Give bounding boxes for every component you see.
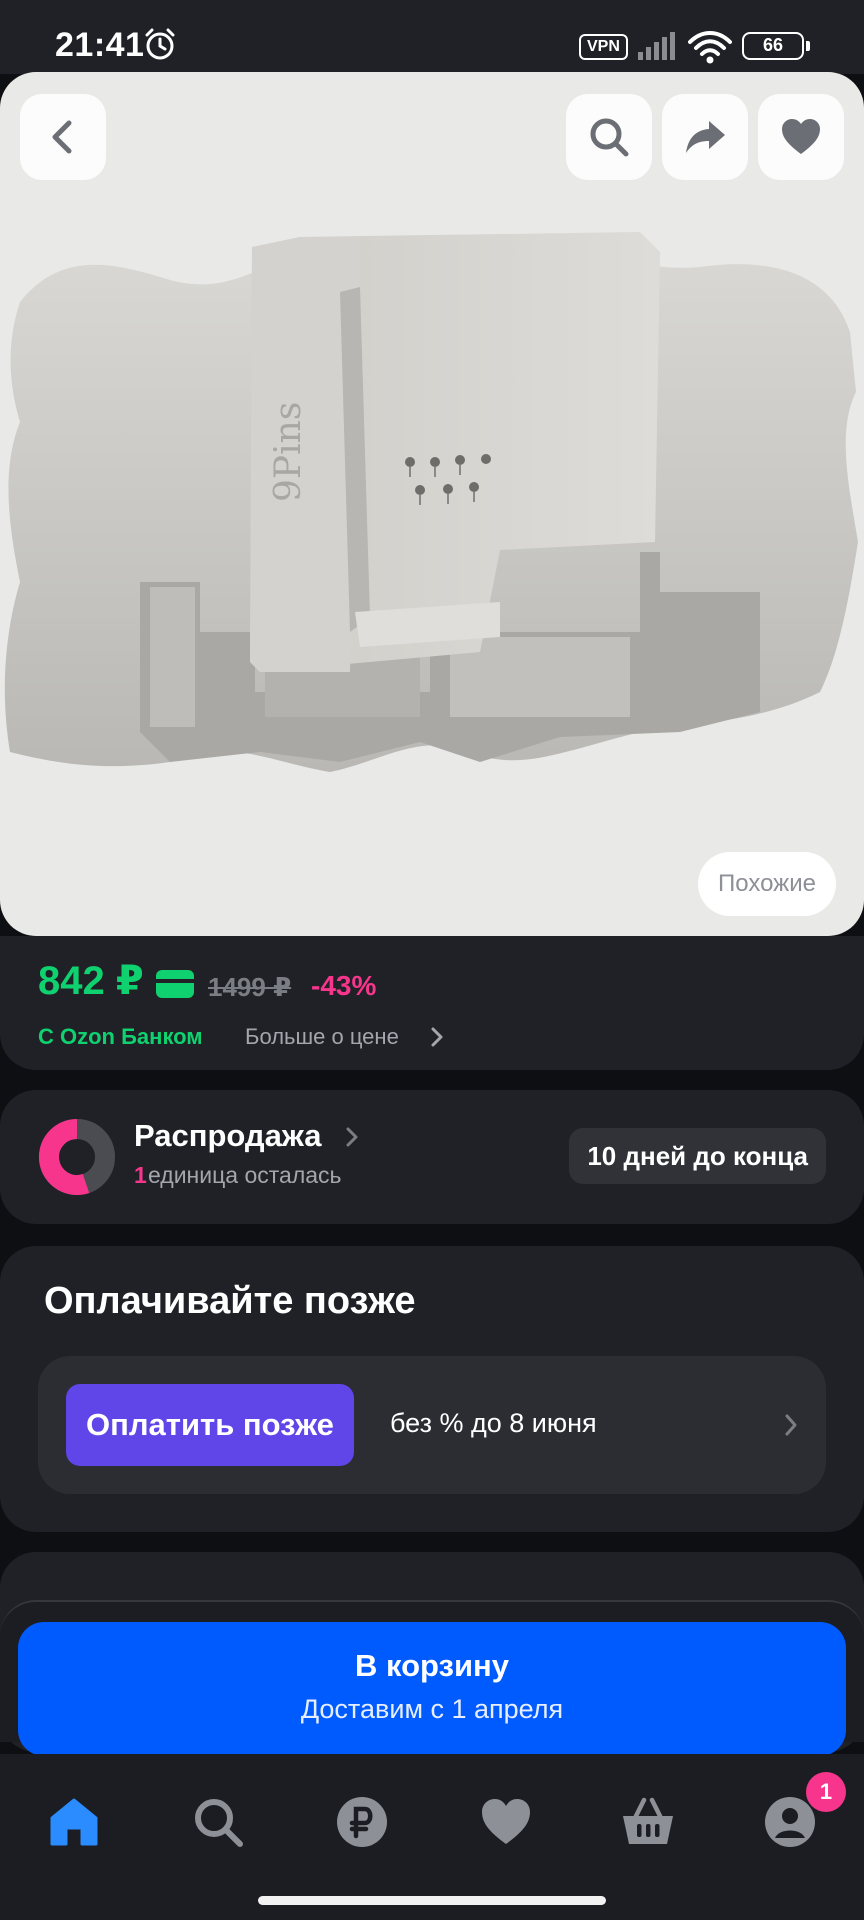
add-to-cart-label: В корзину xyxy=(354,1648,509,1683)
battery-level: 66 xyxy=(762,35,784,55)
battery-icon: 66 xyxy=(742,32,810,60)
add-to-cart-button[interactable]: В корзину Доставим с 1 апреля xyxy=(18,1622,846,1756)
home-indicator[interactable] xyxy=(258,1896,606,1905)
nav-cart[interactable] xyxy=(620,1794,676,1850)
profile-notification-badge: 1 xyxy=(806,1772,846,1812)
product-page: 21:41 VPN 66 9Pins Похожие 842 ₽ 1499 ₽ … xyxy=(0,0,864,1920)
back-button[interactable] xyxy=(20,94,106,180)
sale-progress-icon xyxy=(39,1119,115,1195)
old-price: 1499 ₽ xyxy=(208,972,292,1002)
pay-later-button[interactable]: Оплатить позже xyxy=(66,1384,354,1466)
nav-finance[interactable] xyxy=(334,1794,390,1850)
home-icon xyxy=(50,1798,98,1846)
units-left-label: единица осталась xyxy=(148,1162,342,1188)
share-icon xyxy=(686,121,725,153)
pay-later-card: Оплачивайте позже Оплатить позже без % д… xyxy=(0,1246,864,1532)
wifi-icon xyxy=(688,31,732,64)
basket-icon xyxy=(623,1797,673,1844)
sale-countdown-badge: 10 дней до конца xyxy=(569,1128,826,1184)
product-image-gallery[interactable]: 9Pins Похожие xyxy=(0,72,864,936)
heart-icon xyxy=(782,119,820,154)
nav-favorites[interactable] xyxy=(478,1794,534,1850)
product-embossed-label: 9Pins xyxy=(268,402,309,502)
vpn-indicator: VPN xyxy=(579,34,628,60)
sale-card[interactable]: Распродажа 1 единица осталась 10 дней до… xyxy=(0,1090,864,1224)
search-icon xyxy=(590,118,629,157)
signal-icon xyxy=(638,32,675,60)
share-button[interactable] xyxy=(662,94,748,180)
favorites-icon xyxy=(482,1799,530,1844)
status-time: 21:41 xyxy=(55,26,145,64)
alarm-icon xyxy=(145,28,175,60)
product-photo: 9Pins xyxy=(4,232,858,772)
sale-title: Распродажа xyxy=(134,1118,322,1153)
nav-home[interactable] xyxy=(46,1794,102,1850)
chevron-right-icon xyxy=(431,1027,443,1047)
status-bar: 21:41 VPN 66 xyxy=(0,0,864,74)
units-left-count: 1 xyxy=(134,1162,147,1188)
more-about-price-link[interactable]: Больше о цене xyxy=(245,1024,399,1050)
chevron-right-icon xyxy=(785,1414,797,1436)
ozon-bank-label[interactable]: С Ozon Банком xyxy=(38,1024,203,1050)
catalog-search-icon xyxy=(195,1799,243,1847)
discount-percent: -43% xyxy=(311,970,377,1001)
chevron-right-icon xyxy=(346,1127,358,1147)
pay-later-title: Оплачивайте позже xyxy=(44,1280,416,1322)
similar-products-button[interactable]: Похожие xyxy=(698,852,836,916)
ruble-icon xyxy=(337,1797,387,1847)
pay-later-row[interactable]: Оплатить позже без % до 8 июня xyxy=(38,1356,826,1494)
add-to-cart-panel: В корзину Доставим с 1 апреля xyxy=(0,1600,864,1756)
pay-later-terms: без % до 8 июня xyxy=(390,1408,597,1438)
delivery-date-label: Доставим с 1 апреля xyxy=(300,1694,564,1724)
nav-search[interactable] xyxy=(190,1794,246,1850)
search-button[interactable] xyxy=(566,94,652,180)
favorite-button[interactable] xyxy=(758,94,844,180)
bank-card-icon xyxy=(156,970,194,998)
current-price: 842 ₽ xyxy=(38,959,144,1003)
back-icon xyxy=(52,120,72,154)
price-card: 842 ₽ 1499 ₽ -43% С Ozon Банком Больше о… xyxy=(0,936,864,1070)
